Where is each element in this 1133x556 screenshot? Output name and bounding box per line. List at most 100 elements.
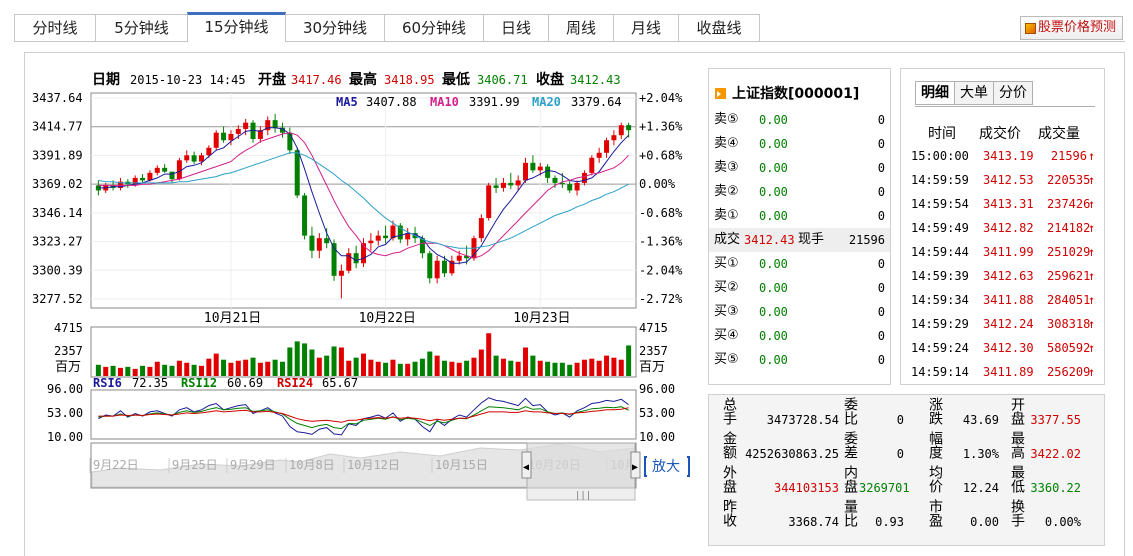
volume-bar — [206, 358, 212, 376]
trade-row: 14:59:14 3411.89 256209 ↑ — [901, 360, 1104, 384]
candle-body — [545, 166, 551, 178]
volume-bar — [412, 361, 418, 376]
right-handle-arrow-icon: ▶ — [632, 462, 638, 473]
volume-bar — [243, 359, 249, 376]
up-arrow-icon: ↑ — [1088, 173, 1096, 187]
stat-value: 0.93 — [875, 515, 904, 529]
volume-bars — [95, 333, 632, 376]
volume-bar — [471, 357, 477, 376]
volume-bar — [338, 347, 344, 376]
stock-predict-button[interactable]: 股票价格预测 — [1019, 16, 1123, 40]
price-tick: 3369.02 — [32, 177, 83, 191]
trade-time: 14:59:24 — [911, 341, 969, 355]
volume-bar — [574, 362, 580, 376]
trade-row: 14:59:49 3412.82 214182 ↑ — [901, 216, 1104, 240]
vol-unit: 百万 — [55, 360, 81, 375]
bid-row: 买③ 0.00 0 — [709, 300, 890, 324]
header-time: 时间 — [928, 126, 956, 142]
candle-body — [530, 162, 536, 171]
trade-price: 3411.99 — [983, 245, 1034, 259]
nav-date: 9月22日 — [93, 458, 139, 472]
date-tick: 10月21日 — [204, 311, 261, 326]
candle — [353, 245, 359, 269]
trade-time: 14:59:39 — [911, 269, 969, 283]
candle — [265, 116, 271, 136]
trade-price: 3412.53 — [983, 173, 1034, 187]
candle — [478, 214, 484, 242]
ma5-value: 3407.88 — [366, 95, 417, 109]
volume-bar — [464, 360, 470, 376]
stat-value: 43.69 — [962, 413, 999, 427]
kline-chart[interactable]: 日期 开盘 最高 最低 收盘 2015-10-23 14:45 3417.46 … — [0, 56, 700, 556]
trade-row: 14:59:59 3412.53 220535 ↑ — [901, 168, 1104, 192]
rsi12-value: 60.69 — [227, 376, 263, 390]
arrow-icon — [715, 87, 726, 99]
trade-price: 3413.19 — [983, 149, 1034, 163]
candle-body — [515, 180, 521, 186]
rsi12-label: RSI12 — [181, 376, 217, 390]
tab-5[interactable]: 日线 — [483, 14, 549, 42]
volume-bar — [397, 363, 403, 376]
volume-bar — [427, 351, 433, 376]
volume-bar — [279, 361, 285, 376]
candle — [545, 164, 551, 183]
stat-value: 3422.02 — [1030, 447, 1081, 461]
bid-row-label: 买⑤ — [714, 352, 739, 367]
nav-date: 9月29日 — [230, 458, 276, 472]
volume-bar — [361, 353, 366, 376]
volume-bar — [324, 355, 330, 376]
ma10-value: 3391.99 — [469, 95, 520, 109]
up-arrow-icon: ↑ — [1088, 269, 1096, 283]
candle — [257, 126, 263, 143]
candle — [611, 130, 617, 146]
candle-body — [221, 132, 227, 141]
candle — [523, 157, 529, 183]
tab-2[interactable]: 15分钟线 — [187, 12, 286, 42]
high-label: 最高 — [349, 71, 377, 88]
volume-bar — [162, 364, 168, 376]
candle — [449, 255, 455, 276]
trade-tab-2[interactable]: 分价 — [993, 81, 1033, 105]
volume-bar — [294, 341, 300, 376]
tab-4[interactable]: 60分钟线 — [384, 14, 484, 42]
pct-tick: +0.68% — [639, 148, 683, 162]
zoom-button[interactable]: 放大 — [644, 456, 690, 477]
tab-6[interactable]: 周线 — [548, 14, 614, 42]
volume-bar — [110, 365, 116, 376]
stat-value: 0.00 — [970, 515, 999, 529]
navigator[interactable]: 9月22日9月25日9月29日10月8日10月12日10月15日10月20日10… — [89, 442, 641, 501]
trade-tab-1[interactable]: 大单 — [954, 81, 994, 105]
volume-bar — [375, 361, 381, 376]
tab-1[interactable]: 5分钟线 — [95, 14, 188, 42]
date-label: 日期 — [92, 72, 120, 88]
price-grid — [91, 93, 636, 308]
candle-body — [140, 177, 146, 181]
tab-3[interactable]: 30分钟线 — [285, 14, 385, 42]
volume-bar — [456, 362, 462, 376]
ask-row-volume: 0 — [877, 209, 885, 223]
candle-body — [478, 218, 484, 239]
navigator-window[interactable] — [526, 442, 636, 489]
high-value: 3418.95 — [384, 73, 435, 87]
trade-volume: 284051 — [1047, 293, 1091, 307]
volume-bar — [302, 343, 308, 376]
volume-bar — [618, 359, 624, 376]
stat-value: 3368.74 — [788, 515, 839, 529]
candle-body — [523, 162, 529, 181]
volume-bar — [198, 365, 204, 376]
candle-body — [169, 171, 175, 180]
percent-axis: +2.04% +1.36% +0.68% 0.00% -0.68% -1.36% -2.04… — [639, 91, 683, 306]
candle-body — [589, 157, 595, 173]
vol-axis-top-right: 4715 — [639, 321, 668, 335]
tab-7[interactable]: 月线 — [613, 14, 679, 42]
volume-bar — [287, 347, 293, 376]
volume-bar — [383, 362, 389, 376]
volume-bar — [434, 355, 440, 376]
candle — [302, 192, 308, 240]
bid-row-volume: 0 — [877, 305, 885, 319]
bid-row-volume: 0 — [877, 281, 885, 295]
tab-0[interactable]: 分时线 — [14, 14, 96, 42]
rsi-axis-10: 10.00 — [47, 430, 83, 444]
tab-8[interactable]: 收盘线 — [678, 14, 760, 42]
trade-tab-0[interactable]: 明细 — [915, 81, 955, 105]
